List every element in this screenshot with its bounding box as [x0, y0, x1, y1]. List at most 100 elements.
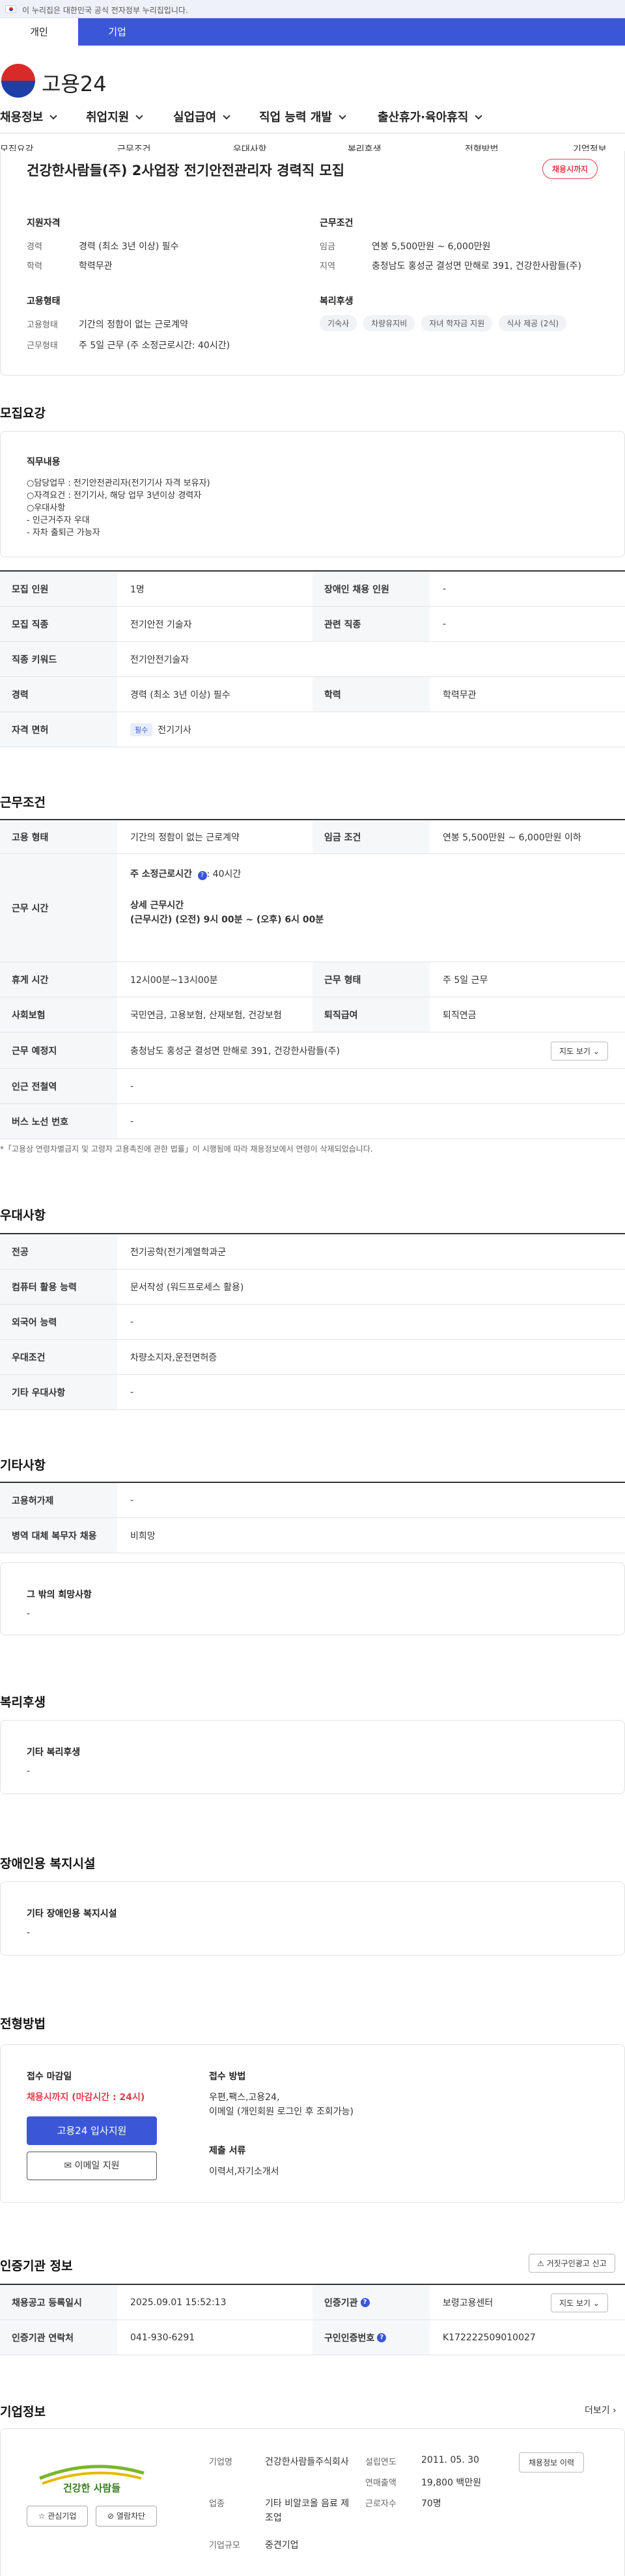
industry-label: 업종	[209, 2499, 225, 2509]
num-label: 구인인증번호	[324, 2333, 375, 2344]
company-name-value: 건강한사람들주식회사	[265, 2457, 349, 2467]
founded-value: 2011. 05. 30	[421, 2455, 480, 2465]
disability-heading: 장애인용 복지시설	[0, 1857, 96, 1871]
alert-icon: ⚠	[537, 2259, 544, 2268]
row-header: 직종 키워드	[0, 642, 117, 676]
welfare-tag: 식사 제공 (2식)	[499, 315, 567, 331]
main-nav: 채용정보 취업지원 실업급여 직업 능력 개발 출산휴가·육아휴직	[0, 104, 625, 130]
row-value: 전기안전 기술자	[130, 619, 192, 630]
map-button-label: 지도 보기	[559, 2299, 590, 2308]
korea-flag-icon	[5, 5, 16, 13]
table-row: 근무 예정지 충청남도 홍성군 결성면 만해로 391, 건강한사람들(주) 지도…	[0, 1032, 625, 1069]
welfare-tags: 기숙사 차량유지비 자녀 학자금 지원 식사 제공 (2식)	[320, 315, 573, 331]
emp-type-label: 고용형태	[27, 320, 58, 330]
emp-type-value: 기간의 정함이 없는 근로계약	[79, 320, 188, 330]
method-line: 이메일 (개인회원 로그인 후 조회가능)	[209, 2107, 354, 2117]
cert-map-button[interactable]: 지도 보기 ⌄	[551, 2293, 608, 2312]
table-row: 병역 대체 복무자 채용 비희망	[0, 1518, 625, 1553]
detail-hours-title-text: 상세 근무시간	[130, 900, 184, 911]
hours-content: 주 소정근로시간 ?: 40시간 상세 근무시간 (근무시간) (오전) 9시 …	[130, 867, 324, 927]
duty-line: ○담당업무 : 전기안전관리자(전기기사 자격 보유자)	[27, 478, 210, 488]
row-header: 임금 조건	[312, 820, 430, 853]
gov-banner: 이 누리집은 대한민국 공식 전자정부 누리집입니다.	[0, 0, 625, 18]
sales-value: 19,800 백만원	[421, 2478, 482, 2488]
row-value: 기간의 정함이 없는 근로계약	[130, 832, 240, 843]
nav-training[interactable]: 직업 능력 개발	[259, 108, 346, 125]
report-button-label: 거짓구인광고 신고	[546, 2259, 607, 2268]
row-header: 경력	[0, 677, 117, 712]
row-value: -	[130, 1316, 134, 1327]
recruit-heading: 모집요강	[0, 406, 46, 421]
row-value: 필수 전기기사	[130, 712, 191, 747]
region-value: 충청남도 홍성군 결성면 만해로 391, 건강한사람들(주)	[372, 261, 581, 271]
detail-hours-value: (근무시간) (오전) 9시 00분 ~ (오후) 6시 00분	[130, 915, 324, 925]
duty-box: 직무내용 ○담당업무 : 전기안전관리자(전기기사 자격 보유자) ○자격요건 …	[0, 431, 625, 557]
career-value: 경력 (최소 3년 이상) 필수	[79, 242, 179, 252]
row-value: 전기공학(전기계열학과군	[130, 1247, 227, 1258]
duty-content: ○담당업무 : 전기안전관리자(전기기사 자격 보유자) ○자격요건 : 전기기…	[27, 477, 210, 539]
report-button[interactable]: ⚠ 거짓구인광고 신고	[529, 2254, 615, 2273]
duty-line: - 자차 출퇴근 가능자	[27, 528, 100, 538]
row-value: 2025.09.01 15:52:13	[130, 2297, 227, 2308]
founded-label: 설립연도	[365, 2458, 396, 2467]
benefit-heading: 복리후생	[0, 1695, 46, 1710]
row-header: 채용공고 등록일시	[0, 2285, 117, 2320]
selection-box: 접수 마감일 채용시까지 (마감시간 : 24시) 고용24 입사지원 ✉ 이메…	[0, 2044, 625, 2203]
table-row: 고용 형태 기간의 정함이 없는 근로계약 임금 조건 연봉 5,500만원 ~ 6…	[0, 820, 625, 854]
hope-title: 그 밖의 희망사항	[27, 1590, 92, 1600]
staff-value: 70명	[421, 2499, 441, 2509]
row-header: 외국어 능력	[0, 1305, 117, 1339]
nav-label: 출산휴가·육아휴직	[378, 111, 469, 124]
deadline-value: 채용시까지 (마감시간 : 24시)	[27, 2092, 145, 2103]
row-header: 모집 직종	[0, 607, 117, 641]
gov-banner-text: 이 누리집은 대한민국 공식 전자정부 누리집입니다.	[22, 6, 188, 15]
info-icon[interactable]: ?	[377, 2333, 387, 2342]
row-header: 장애인 채용 인원	[312, 572, 430, 606]
row-value: 1명	[130, 584, 145, 595]
row-value: 주 5일 근무	[443, 975, 488, 986]
welfare-tag: 기숙사	[320, 315, 357, 331]
job-summary-card: 건강한사람들(주) 2사업장 전기안전관리자 경력직 모집 채용시까지 지원자격…	[0, 151, 625, 376]
tab-company[interactable]: 기업	[78, 18, 156, 46]
row-value: -	[130, 1387, 134, 1398]
nav-label: 실업급여	[173, 111, 217, 124]
duty-line: ○자격요건 : 전기기사, 해당 업무 3년이상 경력자	[27, 491, 202, 501]
nav-label: 직업 능력 개발	[259, 111, 332, 124]
map-button[interactable]: 지도 보기 ⌄	[551, 1042, 608, 1060]
nav-leave[interactable]: 출산휴가·육아휴직	[378, 108, 482, 125]
apply-button[interactable]: 고용24 입사지원	[27, 2116, 157, 2145]
tab-personal[interactable]: 개인	[0, 18, 78, 46]
table-row: 인증기관 연락처 041-930-6291 구인인증번호? K1722225090…	[0, 2320, 625, 2355]
row-header: 고용허가제	[0, 1483, 117, 1517]
deadline-title: 접수 마감일	[27, 2071, 72, 2082]
duty-line: - 인근거주자 우대	[27, 516, 90, 525]
docs-value: 이력서,자기소개서	[209, 2167, 279, 2177]
info-icon[interactable]: ?	[360, 2297, 370, 2307]
nav-job-support[interactable]: 취업지원	[86, 108, 143, 125]
row-header: 자격 면허	[0, 712, 117, 747]
table-row: 직종 키워드 전기안전기술자	[0, 642, 625, 677]
nav-unemployment[interactable]: 실업급여	[173, 108, 230, 125]
taegeuk-logo-icon	[1, 64, 35, 98]
nav-recruit[interactable]: 채용정보	[0, 108, 57, 125]
company-logo-text: 건강한 사람들	[62, 2482, 121, 2494]
logo-text: 고용24	[42, 72, 107, 96]
row-header: 컴퓨터 활용 능력	[0, 1269, 117, 1304]
info-icon[interactable]: ?	[197, 871, 207, 880]
user-type-tabs: 개인 기업	[0, 18, 625, 46]
weekly-hours: 주 소정근로시간 ?: 40시간	[130, 867, 324, 881]
docs-title: 제출 서류	[209, 2146, 246, 2156]
row-value: 국민연금, 고용보험, 산재보험, 건강보험	[130, 1010, 282, 1021]
row-value: 비희망	[130, 1530, 156, 1542]
wage-label: 임금	[320, 242, 335, 252]
interest-button[interactable]: ☆ 관심기업	[27, 2506, 88, 2527]
history-button[interactable]: 채용정보 이력	[519, 2452, 585, 2472]
site-logo[interactable]: 고용24	[0, 59, 143, 98]
benefit-title: 기타 복리후생	[27, 1747, 81, 1758]
more-link[interactable]: 더보기 ›	[585, 2403, 617, 2417]
email-apply-button[interactable]: ✉ 이메일 지원	[27, 2152, 157, 2180]
career-label: 경력	[27, 242, 42, 252]
block-button[interactable]: ⊘ 열람차단	[96, 2506, 157, 2527]
more-label: 더보기	[585, 2405, 610, 2416]
prefer-heading: 우대사항	[0, 1208, 46, 1223]
